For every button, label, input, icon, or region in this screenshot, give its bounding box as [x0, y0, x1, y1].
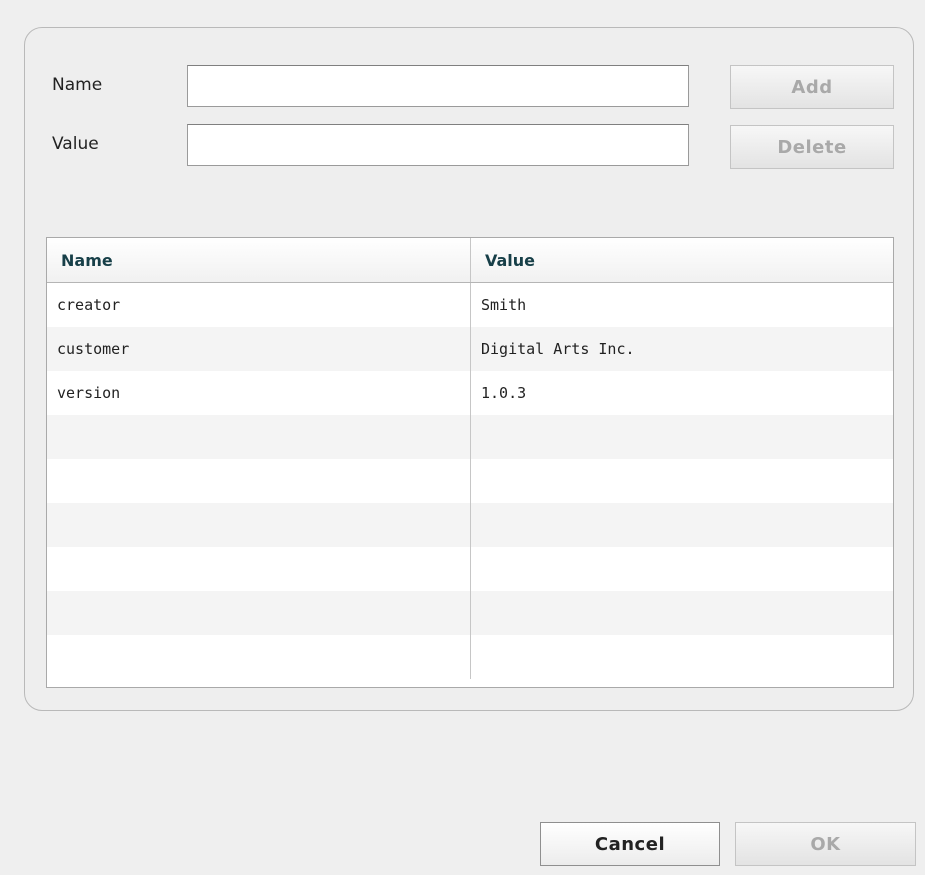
column-header-value[interactable]: Value: [471, 238, 893, 282]
properties-table: Name Value creator Smith customer Digital A…: [46, 237, 894, 688]
table-row[interactable]: [47, 415, 893, 459]
cell-value: [471, 635, 893, 679]
table-row[interactable]: [47, 547, 893, 591]
cell-value: [471, 459, 893, 503]
table-row[interactable]: customer Digital Arts Inc.: [47, 327, 893, 371]
add-button[interactable]: Add: [730, 65, 894, 109]
cell-name: customer: [47, 327, 471, 371]
cell-value: Digital Arts Inc.: [481, 340, 635, 358]
cell-name: [47, 591, 471, 635]
cell-name: [47, 503, 471, 547]
cell-name: version: [47, 371, 471, 415]
column-header-name[interactable]: Name: [47, 238, 471, 282]
table-row[interactable]: [47, 635, 893, 679]
table-row[interactable]: [47, 503, 893, 547]
table-row[interactable]: creator Smith: [47, 283, 893, 327]
cell-value: [471, 547, 893, 591]
name-label: Name: [52, 75, 103, 95]
cell-name: [47, 459, 471, 503]
value-input[interactable]: [187, 124, 689, 166]
cell-name: [47, 415, 471, 459]
delete-button[interactable]: Delete: [730, 125, 894, 169]
table-row[interactable]: [47, 459, 893, 503]
cell-name: creator: [47, 283, 471, 327]
name-input[interactable]: [187, 65, 689, 107]
cell-value: [471, 415, 893, 459]
cell-value: Smith: [481, 296, 527, 314]
table-header: Name Value: [47, 238, 893, 283]
cell-value: 1.0.3: [481, 384, 527, 402]
cell-value: [471, 503, 893, 547]
table-body: creator Smith customer Digital Arts Inc. ver…: [47, 283, 893, 679]
value-label: Value: [52, 134, 99, 154]
cancel-button[interactable]: Cancel: [540, 822, 720, 866]
ok-button[interactable]: OK: [735, 822, 916, 866]
cell-name: [47, 635, 471, 679]
cell-name: [47, 547, 471, 591]
cell-value: [471, 591, 893, 635]
table-row[interactable]: [47, 591, 893, 635]
table-row[interactable]: version 1.0.3: [47, 371, 893, 415]
